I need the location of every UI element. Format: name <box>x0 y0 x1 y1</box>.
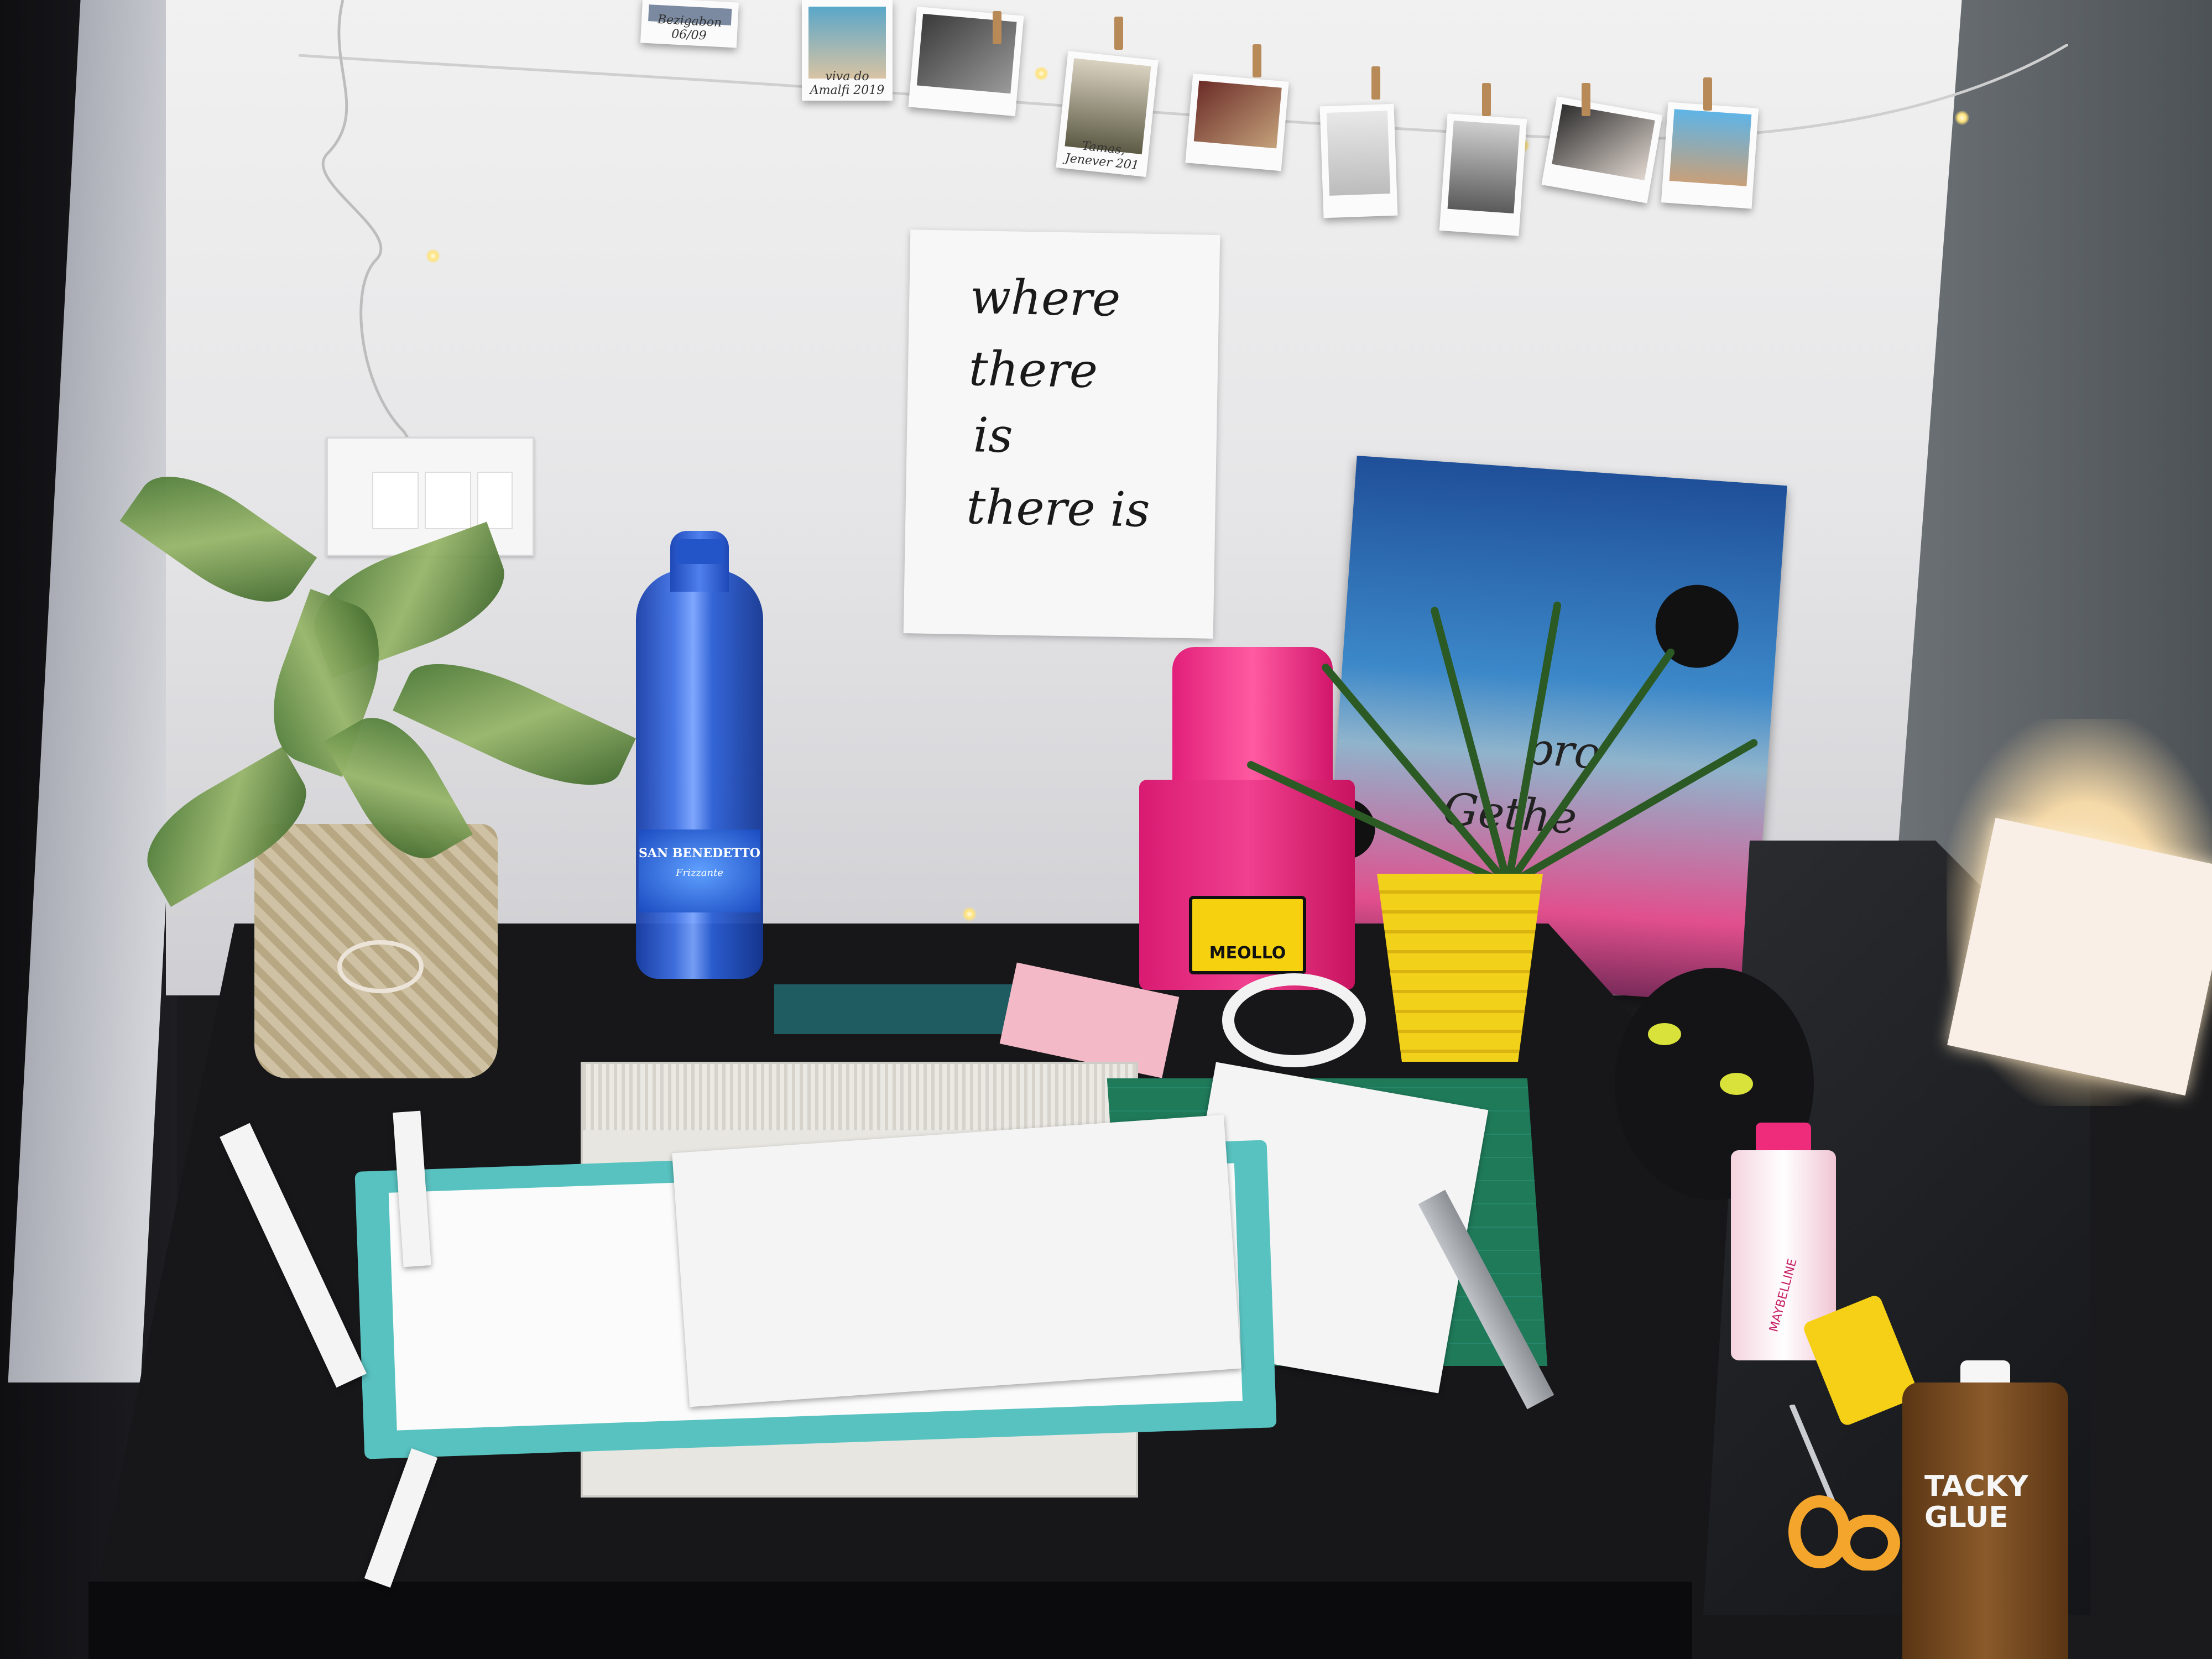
polaroid-photo <box>1661 102 1759 209</box>
wooden-clothespin <box>1582 83 1590 116</box>
yellow-pot <box>1377 874 1543 1062</box>
polaroid-photo: Bezigabon 06/09 <box>640 0 739 48</box>
poster-line: is <box>973 408 1014 464</box>
polaroid-photo <box>1185 73 1289 171</box>
trimmer-scale <box>583 1064 1136 1130</box>
wooden-clothespin <box>1253 44 1261 77</box>
wooden-clothespin <box>1703 77 1712 111</box>
light-switch <box>425 472 471 529</box>
polaroid-photo <box>1319 103 1398 218</box>
plush-eye <box>1648 1023 1681 1045</box>
polaroid-photo <box>1541 96 1663 204</box>
plush-eye <box>1720 1073 1753 1095</box>
light-switch <box>477 472 513 529</box>
wooden-clothespin <box>1482 83 1491 116</box>
bin-logo-text: MEOLLO <box>1209 943 1286 963</box>
polaroid-caption: viva do Amalfi 2019 <box>810 70 885 97</box>
polaroid-photo: viva do Amalfi 2019 <box>802 0 893 101</box>
polaroid-photo <box>908 6 1024 117</box>
poster-line: there is <box>966 479 1151 538</box>
glue-brand: TACKY <box>1924 1470 2028 1503</box>
polaroid-photo <box>1439 113 1527 236</box>
polaroid-photo: Tamas, Jenever 201 <box>1056 51 1159 177</box>
tacky-glue-bottle: TACKY GLUE <box>1902 1383 2068 1659</box>
tape-roll <box>1222 973 1366 1067</box>
teal-cardstock <box>774 984 1029 1034</box>
glue-brand: GLUE <box>1924 1501 2008 1534</box>
desk-edge <box>88 1582 1692 1659</box>
light-bulb <box>1034 66 1048 81</box>
remover-label: MAYBELLINE <box>1767 1257 1800 1334</box>
bottle-label: SAN BENEDETTO Frizzante <box>639 830 760 912</box>
poster-line: there <box>968 341 1098 399</box>
hand-lettered-poster: where there is there is <box>903 229 1220 639</box>
light-bulb <box>962 907 977 921</box>
water-bottle <box>636 570 763 979</box>
light-switch-plate <box>326 437 534 556</box>
string-lights-icon <box>299 44 2068 140</box>
scissors-icon <box>1788 1405 1900 1571</box>
polaroid-caption: Bezigabon 06/09 <box>657 12 722 43</box>
light-switch <box>372 472 419 529</box>
desk-scene: Bezigabon 06/09 viva do Amalfi 2019 Tama… <box>0 0 2212 1659</box>
wooden-clothespin <box>1114 17 1123 50</box>
light-bulb <box>1955 111 1969 125</box>
bottle-cap <box>676 539 723 564</box>
poster-line: where <box>969 269 1121 327</box>
folded-card <box>672 1114 1241 1407</box>
ribbon-bow <box>337 940 424 993</box>
bin-logo: MEOLLO <box>1189 896 1306 974</box>
bottle-variant: Frizzante <box>675 867 724 879</box>
wooden-clothespin <box>993 11 1001 44</box>
wooden-clothespin <box>1371 66 1380 100</box>
light-bulb <box>426 249 440 263</box>
bottle-brand: SAN BENEDETTO <box>639 846 760 860</box>
